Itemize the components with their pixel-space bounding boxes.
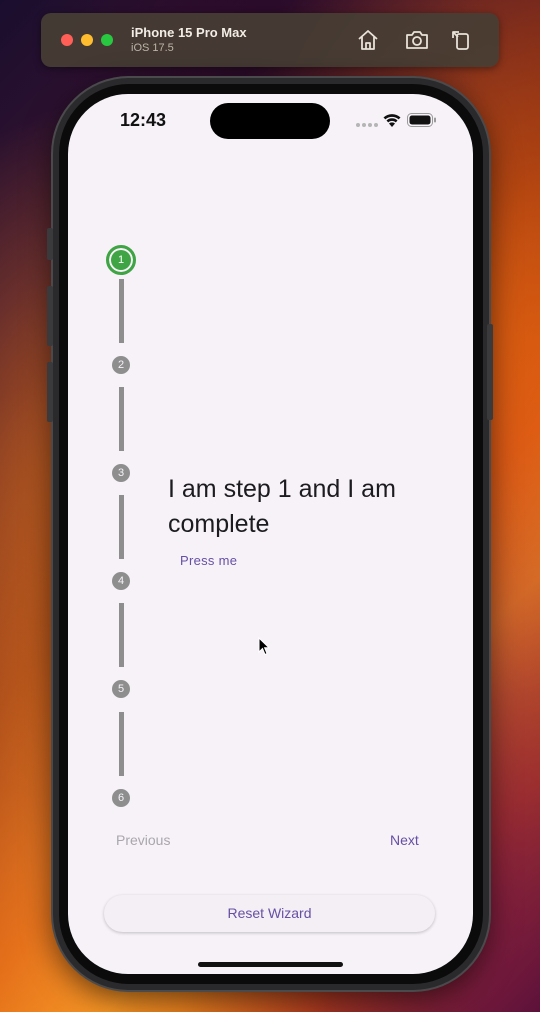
reset-wizard-button[interactable]: Reset Wizard: [104, 895, 435, 932]
step-3-indicator[interactable]: 3: [112, 464, 130, 482]
signal-dots-icon: [356, 123, 378, 127]
step-4-indicator[interactable]: 4: [112, 572, 130, 590]
step-connector: [119, 712, 124, 776]
minimize-window-button[interactable]: [81, 34, 93, 46]
step-connector: [119, 279, 124, 343]
wifi-icon: [382, 112, 402, 133]
power-button: [487, 324, 493, 420]
rotate-icon[interactable]: [449, 27, 475, 53]
status-time: 12:43: [120, 110, 167, 130]
step-6-indicator[interactable]: 6: [112, 789, 130, 807]
step-2-indicator[interactable]: 2: [112, 356, 130, 374]
screenshot-icon[interactable]: [404, 27, 430, 53]
battery-icon: [407, 113, 437, 132]
home-icon[interactable]: [355, 27, 381, 53]
press-me-button[interactable]: Press me: [172, 549, 245, 572]
os-version: iOS 17.5: [131, 42, 174, 54]
volume-up-button: [47, 286, 53, 346]
home-indicator[interactable]: [198, 962, 343, 967]
mouse-cursor-icon: [258, 636, 271, 661]
previous-button[interactable]: Previous: [108, 830, 178, 850]
next-button[interactable]: Next: [382, 830, 427, 850]
device-name: iPhone 15 Pro Max: [131, 25, 247, 40]
step-connector: [119, 495, 124, 559]
step-5-indicator[interactable]: 5: [112, 680, 130, 698]
phone-screen: 12:43 1 2 3 4 5 6 I am step 1 and I am c…: [68, 94, 473, 974]
step-1-indicator[interactable]: 1: [106, 245, 136, 275]
step-connector: [119, 387, 124, 451]
step-content-text: I am step 1 and I am complete: [168, 475, 396, 538]
step-connector: [119, 603, 124, 667]
simulator-toolbar: iPhone 15 Pro Max iOS 17.5: [41, 13, 499, 67]
close-window-button[interactable]: [61, 34, 73, 46]
zoom-window-button[interactable]: [101, 34, 113, 46]
action-button: [47, 228, 53, 260]
volume-down-button: [47, 362, 53, 422]
dynamic-island: [210, 103, 330, 139]
